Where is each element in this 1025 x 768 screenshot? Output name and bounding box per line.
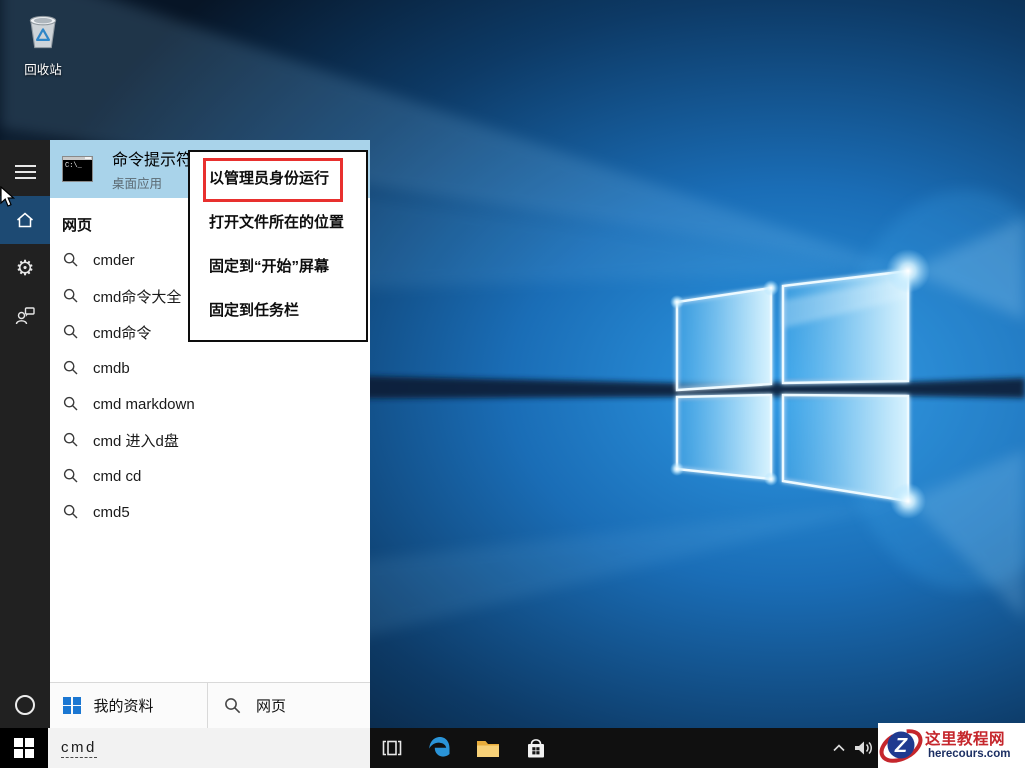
top-result-title: 命令提示符 (112, 146, 192, 170)
search-icon (62, 359, 80, 377)
watermark-logo-icon: Z (878, 724, 924, 768)
sidebar-home-button[interactable] (0, 196, 50, 244)
start-sidebar: ⚙ (0, 140, 50, 728)
edge-browser-button[interactable] (416, 728, 464, 768)
home-icon (13, 208, 37, 232)
web-section-header: 网页 (62, 214, 92, 235)
start-button[interactable] (0, 728, 48, 768)
tray-show-hidden-icons-button[interactable] (826, 728, 852, 768)
search-icon (223, 696, 243, 716)
volume-button[interactable] (850, 728, 876, 768)
watermark-site-name: 这里教程网 (925, 731, 1010, 749)
search-suggestion[interactable]: cmd5 (50, 494, 370, 530)
hamburger-menu-button[interactable] (0, 148, 50, 196)
cortana-button[interactable] (0, 685, 50, 725)
sidebar-settings-button[interactable]: ⚙ (0, 244, 50, 292)
search-icon (62, 395, 80, 413)
search-footer: 我的资料 网页 (50, 682, 370, 728)
search-input[interactable]: cmd (48, 728, 370, 768)
svg-text:Z: Z (894, 735, 908, 757)
context-menu: 以管理员身份运行 打开文件所在的位置 固定到“开始”屏幕 固定到任务栏 (188, 150, 368, 342)
context-menu-item-open-file-location[interactable]: 打开文件所在的位置 (190, 201, 366, 245)
search-query-text: cmd (61, 739, 97, 758)
context-menu-item-run-as-admin[interactable]: 以管理员身份运行 (190, 157, 366, 201)
search-suggestion[interactable]: cmd markdown (50, 386, 370, 422)
search-suggestion[interactable]: cmd cd (50, 458, 370, 494)
search-icon (62, 251, 80, 269)
file-explorer-icon (474, 734, 502, 762)
cortana-circle-icon (15, 695, 35, 715)
hamburger-icon (15, 161, 36, 183)
top-result-subtitle: 桌面应用 (112, 173, 192, 192)
speaker-icon (852, 738, 874, 758)
search-icon (62, 503, 80, 521)
watermark-site-url: herecours.com (928, 748, 1010, 760)
sidebar-feedback-button[interactable] (0, 292, 50, 340)
search-icon (62, 467, 80, 485)
task-view-button[interactable] (368, 728, 416, 768)
windows-desktop: 回收站 (0, 0, 1025, 768)
search-icon (62, 431, 80, 449)
feedback-icon (13, 304, 37, 328)
gear-icon: ⚙ (16, 258, 35, 279)
edge-icon (426, 734, 454, 762)
recycle-bin-label: 回收站 (14, 59, 72, 78)
store-button[interactable] (512, 728, 560, 768)
command-prompt-icon: C:\_ (62, 156, 93, 182)
store-icon (523, 734, 549, 762)
recycle-bin-icon (21, 8, 65, 52)
context-menu-item-pin-to-taskbar[interactable]: 固定到任务栏 (190, 289, 366, 333)
chevron-up-icon (829, 738, 849, 758)
search-web-button[interactable]: 网页 (207, 683, 370, 728)
file-explorer-button[interactable] (464, 728, 512, 768)
search-icon (62, 323, 80, 341)
my-stuff-button[interactable]: 我的资料 (50, 683, 207, 728)
search-icon (62, 287, 80, 305)
recycle-bin[interactable]: 回收站 (14, 8, 72, 78)
search-row: cmd (0, 728, 370, 768)
search-suggestion[interactable]: cmdb (50, 350, 370, 386)
windows-logo-icon (14, 738, 34, 758)
task-view-icon (379, 735, 405, 761)
windows-logo-icon (63, 697, 81, 715)
search-suggestion[interactable]: cmd 进入d盘 (50, 422, 370, 458)
context-menu-item-pin-to-start[interactable]: 固定到“开始”屏幕 (190, 245, 366, 289)
watermark: Z 这里教程网 herecours.com (878, 723, 1025, 768)
